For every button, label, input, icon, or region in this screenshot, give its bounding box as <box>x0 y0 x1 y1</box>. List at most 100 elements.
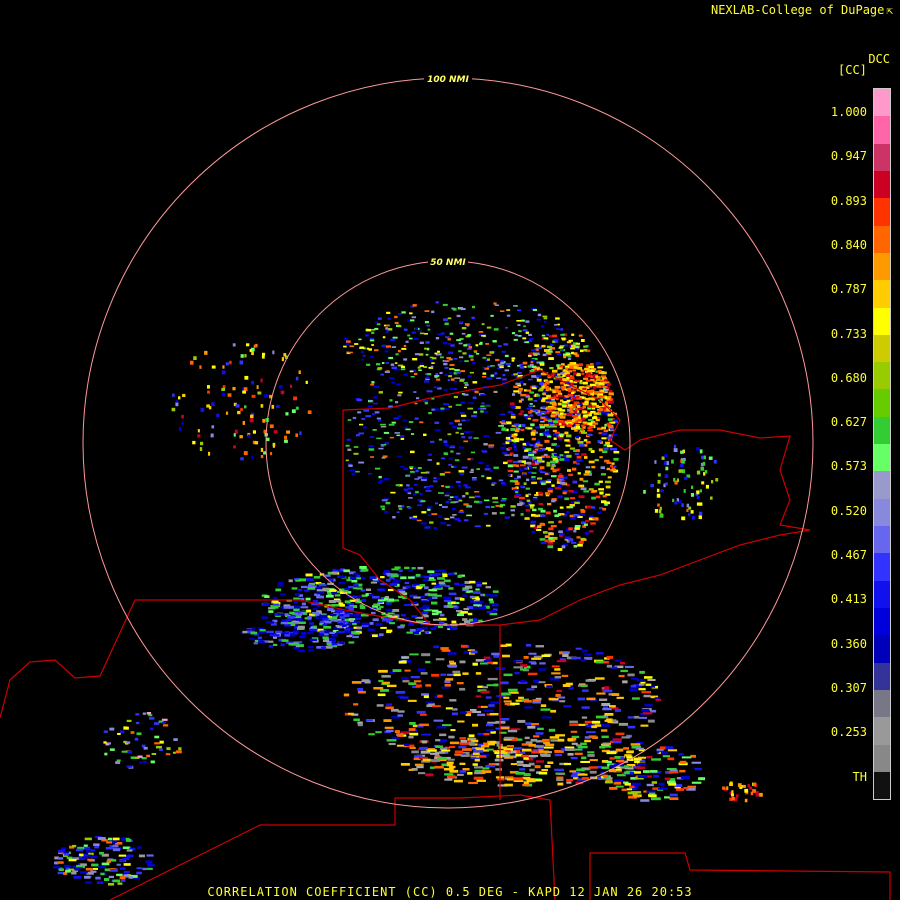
echo-pixel <box>507 474 511 477</box>
echo-pixel <box>699 449 703 454</box>
echo-pixel <box>490 731 496 734</box>
echo-pixel <box>687 785 696 788</box>
echo-pixel <box>631 782 641 786</box>
echo-pixel <box>334 594 341 597</box>
echo-pixel <box>346 635 352 638</box>
echo-pixel <box>375 623 383 626</box>
echo-pixel <box>642 712 653 715</box>
echo-pixel <box>448 775 456 779</box>
echo-pixel <box>454 750 464 753</box>
echo-pixel <box>424 586 429 590</box>
echo-pixel <box>559 700 566 703</box>
echo-pixel <box>535 645 544 648</box>
echo-pixel <box>598 393 603 396</box>
echo-pixel <box>353 718 360 721</box>
echo-pixel <box>474 759 480 762</box>
echo-pixel <box>482 356 487 359</box>
echo-pixel <box>359 604 364 607</box>
echo-pixel <box>532 508 537 512</box>
echo-pixel <box>263 429 266 434</box>
echo-pixel <box>561 388 565 391</box>
echo-pixel <box>268 610 274 613</box>
echo-pixel <box>462 672 469 675</box>
colorbar-tick-label: 0.573 <box>830 459 867 474</box>
echo-pixel <box>595 375 599 378</box>
echo-pixel <box>680 450 684 454</box>
colorbar-segment <box>874 143 890 171</box>
colorbar-segment <box>874 416 890 445</box>
echo-pixel <box>572 415 578 418</box>
echo-pixel <box>653 774 659 778</box>
echo-pixel <box>572 480 578 484</box>
echo-pixel <box>581 372 585 375</box>
echo-pixel <box>371 381 375 384</box>
echo-pixel <box>591 490 598 493</box>
echo-pixel <box>474 601 482 605</box>
echo-pixel <box>386 739 397 742</box>
echo-pixel <box>587 422 593 426</box>
echo-pixel <box>566 506 570 509</box>
echo-pixel <box>586 731 596 734</box>
echo-pixel <box>666 768 677 771</box>
echo-pixel <box>397 415 402 417</box>
echo-pixel <box>550 460 556 464</box>
echo-pixel <box>690 510 694 514</box>
echo-pixel <box>411 567 416 570</box>
echo-pixel <box>240 408 243 412</box>
echo-pixel <box>467 334 472 337</box>
echo-pixel <box>648 794 657 798</box>
echo-pixel <box>555 459 559 462</box>
echo-pixel <box>588 460 595 464</box>
echo-pixel <box>665 466 669 471</box>
echo-pixel <box>381 499 388 502</box>
credit-link[interactable]: NEXLAB-College of DuPage ⇱ <box>711 3 893 17</box>
echo-pixel <box>556 776 564 779</box>
echo-pixel <box>80 871 88 874</box>
echo-pixel <box>536 394 541 397</box>
echo-pixel <box>581 453 587 456</box>
echo-pixel <box>560 399 564 402</box>
echo-pixel <box>473 776 484 780</box>
echo-pixel <box>450 445 455 447</box>
echo-pixel <box>453 358 458 360</box>
echo-pixel <box>518 363 523 366</box>
echo-pixel <box>438 625 443 629</box>
colorbar-segment <box>874 280 890 308</box>
echo-pixel <box>662 755 670 758</box>
echo-pixel <box>446 763 453 767</box>
echo-pixel <box>531 375 537 378</box>
echo-pixel <box>414 327 419 330</box>
echo-pixel <box>641 708 650 712</box>
echo-pixel <box>449 741 460 745</box>
echo-pixel <box>490 374 495 377</box>
echo-pixel <box>262 418 266 423</box>
echo-pixel <box>281 357 284 362</box>
echo-pixel <box>566 376 570 380</box>
echo-pixel <box>526 389 532 392</box>
echo-pixel <box>599 491 603 495</box>
echo-pixel <box>413 596 421 599</box>
echo-pixel <box>273 430 278 434</box>
echo-pixel <box>485 404 491 406</box>
echo-pixel <box>579 513 586 517</box>
echo-pixel <box>244 354 247 358</box>
colorbar-segment <box>874 252 890 281</box>
echo-pixel <box>469 737 477 741</box>
echo-pixel <box>503 696 510 699</box>
echo-pixel <box>677 478 679 483</box>
echo-pixel <box>532 309 537 311</box>
echo-pixel <box>570 774 579 778</box>
echo-pixel <box>278 384 283 389</box>
echo-pixel <box>438 621 445 624</box>
echo-pixel <box>175 750 182 754</box>
echo-pixel <box>436 726 447 729</box>
echo-pixel <box>433 386 440 389</box>
echo-pixel <box>416 628 422 631</box>
echo-pixel <box>239 435 243 439</box>
echo-pixel <box>597 369 602 373</box>
echo-pixel <box>612 738 622 741</box>
echo-pixel <box>580 339 585 342</box>
echo-pixel <box>398 313 402 315</box>
echo-pixel <box>407 576 415 579</box>
echo-pixel <box>280 621 288 625</box>
